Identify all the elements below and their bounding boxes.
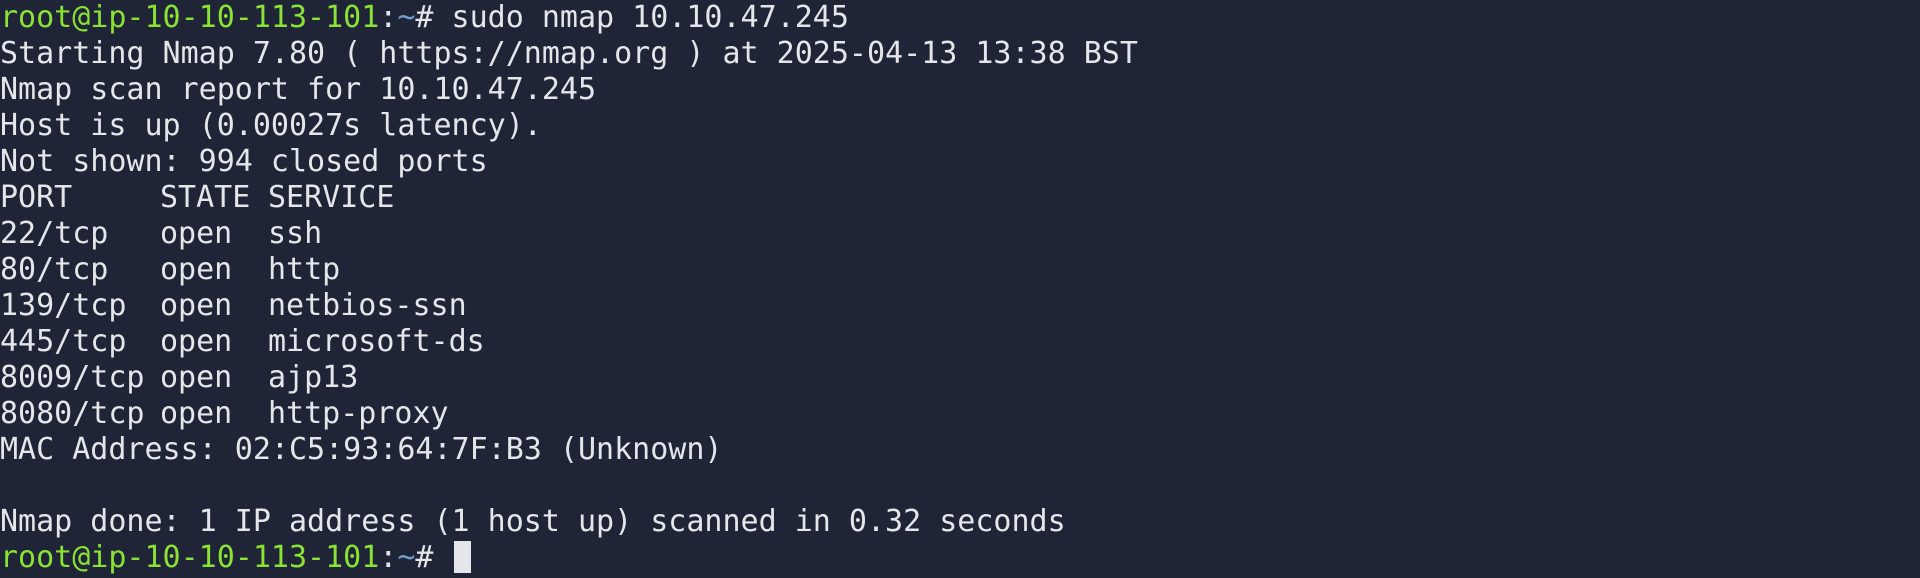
ports-table-header: PORT STATE SERVICE <box>0 180 1920 216</box>
prompt-path: ~ <box>397 0 416 35</box>
prompt-user-host: root@ip-10-10-113-101 <box>0 0 380 35</box>
state-cell: open <box>160 288 233 323</box>
port-cell: 80/tcp <box>0 252 109 287</box>
port-row: 445/tcp open microsoft-ds <box>0 324 1920 360</box>
command-text: sudo nmap 10.10.47.245 <box>451 0 849 35</box>
port-row: 8080/tcp open http-proxy <box>0 396 1920 432</box>
prompt-symbol: # <box>415 0 452 35</box>
output-host-up: Host is up (0.00027s latency). <box>0 108 542 143</box>
state-cell: open <box>160 324 233 359</box>
service-cell: netbios-ssn <box>268 288 467 323</box>
service-cell: ssh <box>268 216 323 251</box>
state-cell: open <box>160 396 233 431</box>
prompt-path: ~ <box>397 540 416 575</box>
text-cursor[interactable] <box>453 541 471 573</box>
command-line: root@ip-10-10-113-101:~# sudo nmap 10.10… <box>0 0 1920 36</box>
prompt-user-host: root@ip-10-10-113-101 <box>0 540 380 575</box>
prompt-separator: : <box>379 540 398 575</box>
output-done: Nmap done: 1 IP address (1 host up) scan… <box>0 504 1066 539</box>
service-cell: http <box>268 252 341 287</box>
output-starting: Starting Nmap 7.80 ( https://nmap.org ) … <box>0 36 1138 71</box>
header-port: PORT <box>0 180 73 215</box>
terminal-window[interactable]: root@ip-10-10-113-101:~# sudo nmap 10.10… <box>0 0 1920 578</box>
port-cell: 8009/tcp <box>0 360 145 395</box>
service-cell: ajp13 <box>268 360 359 395</box>
state-cell: open <box>160 252 233 287</box>
output-mac-address: MAC Address: 02:C5:93:64:7F:B3 (Unknown) <box>0 432 723 467</box>
port-cell: 445/tcp <box>0 324 127 359</box>
prompt-separator: : <box>379 0 398 35</box>
port-cell: 8080/tcp <box>0 396 145 431</box>
active-prompt-line[interactable]: root@ip-10-10-113-101:~# <box>0 540 1920 576</box>
header-service: SERVICE <box>268 180 395 215</box>
port-row: 22/tcp open ssh <box>0 216 1920 252</box>
state-cell: open <box>160 360 233 395</box>
output-report: Nmap scan report for 10.10.47.245 <box>0 72 597 107</box>
port-cell: 139/tcp <box>0 288 127 323</box>
state-cell: open <box>160 216 233 251</box>
port-cell: 22/tcp <box>0 216 109 251</box>
service-cell: microsoft-ds <box>268 324 485 359</box>
port-row: 8009/tcp open ajp13 <box>0 360 1920 396</box>
service-cell: http-proxy <box>268 396 449 431</box>
prompt-symbol: # <box>415 540 452 575</box>
port-row: 139/tcp open netbios-ssn <box>0 288 1920 324</box>
port-row: 80/tcp open http <box>0 252 1920 288</box>
header-state: STATE <box>160 180 251 215</box>
output-not-shown: Not shown: 994 closed ports <box>0 144 488 179</box>
